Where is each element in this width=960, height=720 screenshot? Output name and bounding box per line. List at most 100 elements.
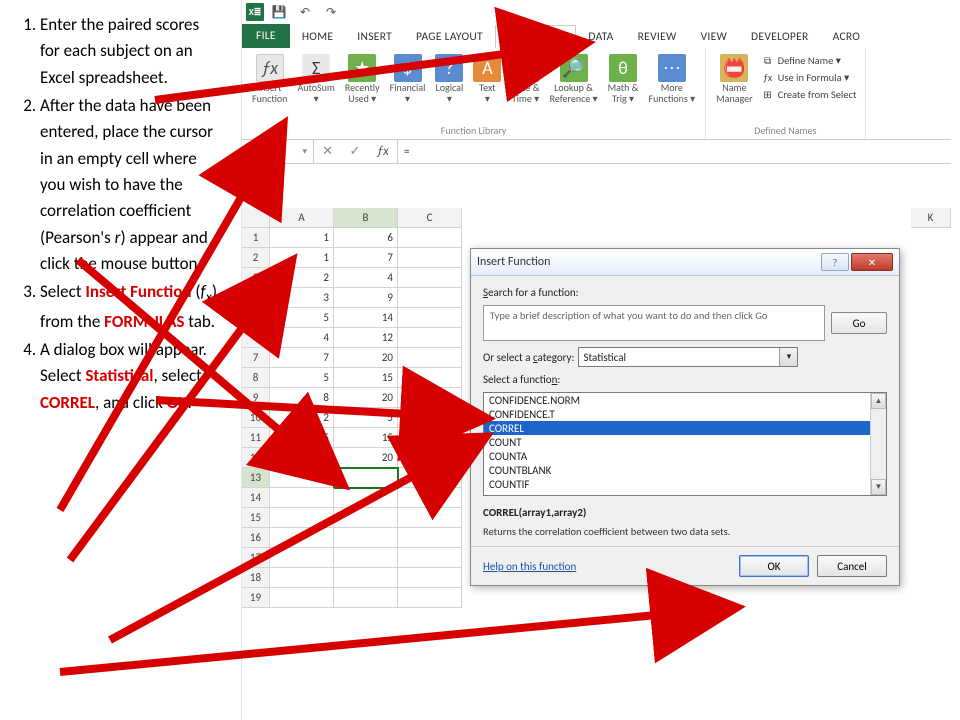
- function-list-item[interactable]: COUNT: [484, 435, 886, 449]
- function-list-item[interactable]: COUNTA: [484, 449, 886, 463]
- row-header[interactable]: 17: [242, 548, 270, 568]
- row-header[interactable]: 19: [242, 588, 270, 608]
- col-header-C[interactable]: C: [398, 208, 462, 228]
- cell[interactable]: 5: [270, 308, 334, 328]
- cell[interactable]: 6: [334, 228, 398, 248]
- cell[interactable]: 4: [270, 328, 334, 348]
- cell[interactable]: 5: [270, 368, 334, 388]
- cell[interactable]: 20: [334, 448, 398, 468]
- row-header[interactable]: 9: [242, 388, 270, 408]
- cell[interactable]: [398, 348, 462, 368]
- cell[interactable]: 4: [334, 268, 398, 288]
- create-from-selection-button[interactable]: ⊞Create from Select: [759, 86, 859, 102]
- row-header[interactable]: 8: [242, 368, 270, 388]
- cell[interactable]: 15: [334, 368, 398, 388]
- row-header[interactable]: 15: [242, 508, 270, 528]
- cell[interactable]: [398, 408, 462, 428]
- tab-data[interactable]: DATA: [576, 26, 625, 48]
- cell[interactable]: [270, 468, 334, 488]
- row-header[interactable]: 13: [242, 468, 270, 488]
- row-header[interactable]: 5: [242, 308, 270, 328]
- cell[interactable]: 20: [334, 388, 398, 408]
- go-button[interactable]: Go: [831, 312, 887, 334]
- text-button[interactable]: A Text▾: [469, 52, 505, 106]
- cell[interactable]: [398, 488, 462, 508]
- row-header[interactable]: 6: [242, 328, 270, 348]
- row-header[interactable]: 7: [242, 348, 270, 368]
- cell[interactable]: [398, 288, 462, 308]
- row-header[interactable]: 2: [242, 248, 270, 268]
- row-header[interactable]: 11: [242, 428, 270, 448]
- cell[interactable]: 3: [270, 448, 334, 468]
- row-header[interactable]: 10: [242, 408, 270, 428]
- cell[interactable]: [398, 468, 462, 488]
- col-header-K[interactable]: K: [911, 208, 951, 228]
- cell[interactable]: [398, 368, 462, 388]
- cell[interactable]: [334, 588, 398, 608]
- date-time-button[interactable]: 🕑 Date &Time ▾: [507, 52, 543, 106]
- fx-bar-icon[interactable]: ƒx: [377, 144, 389, 159]
- function-list-item[interactable]: CONFIDENCE.NORM: [484, 393, 886, 407]
- cell[interactable]: 3: [270, 288, 334, 308]
- category-dropdown[interactable]: Statistical ▼: [578, 347, 798, 367]
- cell[interactable]: [270, 508, 334, 528]
- cell[interactable]: 14: [334, 308, 398, 328]
- cell[interactable]: [334, 508, 398, 528]
- cell[interactable]: 1: [270, 248, 334, 268]
- scroll-up-icon[interactable]: ▲: [871, 393, 886, 409]
- name-box[interactable]: B13▾: [242, 140, 314, 163]
- tab-acrobat[interactable]: Acro: [821, 26, 873, 48]
- cell[interactable]: [334, 568, 398, 588]
- help-link[interactable]: Help on this function: [483, 560, 576, 573]
- row-header[interactable]: 12: [242, 448, 270, 468]
- autosum-button[interactable]: Σ AutoSum▾: [293, 52, 338, 106]
- cell[interactable]: [398, 448, 462, 468]
- function-list-item[interactable]: COUNTIF: [484, 477, 886, 491]
- cell[interactable]: 15: [334, 428, 398, 448]
- cell[interactable]: [398, 528, 462, 548]
- row-header[interactable]: 4: [242, 288, 270, 308]
- cell[interactable]: [334, 528, 398, 548]
- cell[interactable]: 7: [270, 348, 334, 368]
- dropdown-arrow-icon[interactable]: ▼: [779, 348, 797, 366]
- row-header[interactable]: 18: [242, 568, 270, 588]
- cancel-button[interactable]: Cancel: [817, 555, 887, 577]
- financial-button[interactable]: $ Financial▾: [386, 52, 430, 106]
- cell[interactable]: 5: [334, 408, 398, 428]
- math-trig-button[interactable]: θ Math &Trig ▾: [604, 52, 643, 106]
- cell[interactable]: [398, 568, 462, 588]
- cell[interactable]: 9: [334, 288, 398, 308]
- cell[interactable]: [398, 308, 462, 328]
- function-list-item[interactable]: CONFIDENCE.T: [484, 407, 886, 421]
- logical-button[interactable]: ? Logical▾: [431, 52, 467, 106]
- cell[interactable]: [398, 508, 462, 528]
- tab-developer[interactable]: DEVELOPER: [739, 26, 821, 48]
- use-in-formula-button[interactable]: ƒxUse in Formula ▾: [759, 69, 859, 85]
- cell[interactable]: [398, 548, 462, 568]
- function-list-item[interactable]: COUNTBLANK: [484, 463, 886, 477]
- cell[interactable]: 12: [334, 328, 398, 348]
- cell[interactable]: [270, 528, 334, 548]
- enter-formula-icon[interactable]: ✓: [349, 144, 360, 159]
- cell[interactable]: [270, 568, 334, 588]
- cell[interactable]: 2: [270, 408, 334, 428]
- ok-button[interactable]: OK: [739, 555, 809, 577]
- cell[interactable]: [398, 428, 462, 448]
- cell[interactable]: 2: [270, 268, 334, 288]
- lookup-button[interactable]: 🔎 Lookup &Reference ▾: [546, 52, 602, 106]
- cell[interactable]: [270, 488, 334, 508]
- tab-formulas[interactable]: FORMULAS: [495, 25, 576, 48]
- dialog-close-icon[interactable]: ✕: [851, 253, 893, 271]
- undo-icon[interactable]: ↶: [294, 2, 316, 22]
- col-header-B[interactable]: B: [334, 208, 398, 228]
- function-listbox[interactable]: CONFIDENCE.NORMCONFIDENCE.TCORRELCOUNTCO…: [483, 392, 887, 496]
- cell[interactable]: 7: [334, 248, 398, 268]
- cell[interactable]: 1: [270, 228, 334, 248]
- cell[interactable]: 8: [270, 388, 334, 408]
- redo-icon[interactable]: ↷: [320, 2, 342, 22]
- tab-review[interactable]: REVIEW: [626, 26, 689, 48]
- tab-home[interactable]: HOME: [290, 26, 345, 48]
- listbox-scrollbar[interactable]: ▲ ▼: [870, 393, 886, 495]
- cell[interactable]: [398, 328, 462, 348]
- name-manager-button[interactable]: 📛 NameManager: [712, 52, 756, 106]
